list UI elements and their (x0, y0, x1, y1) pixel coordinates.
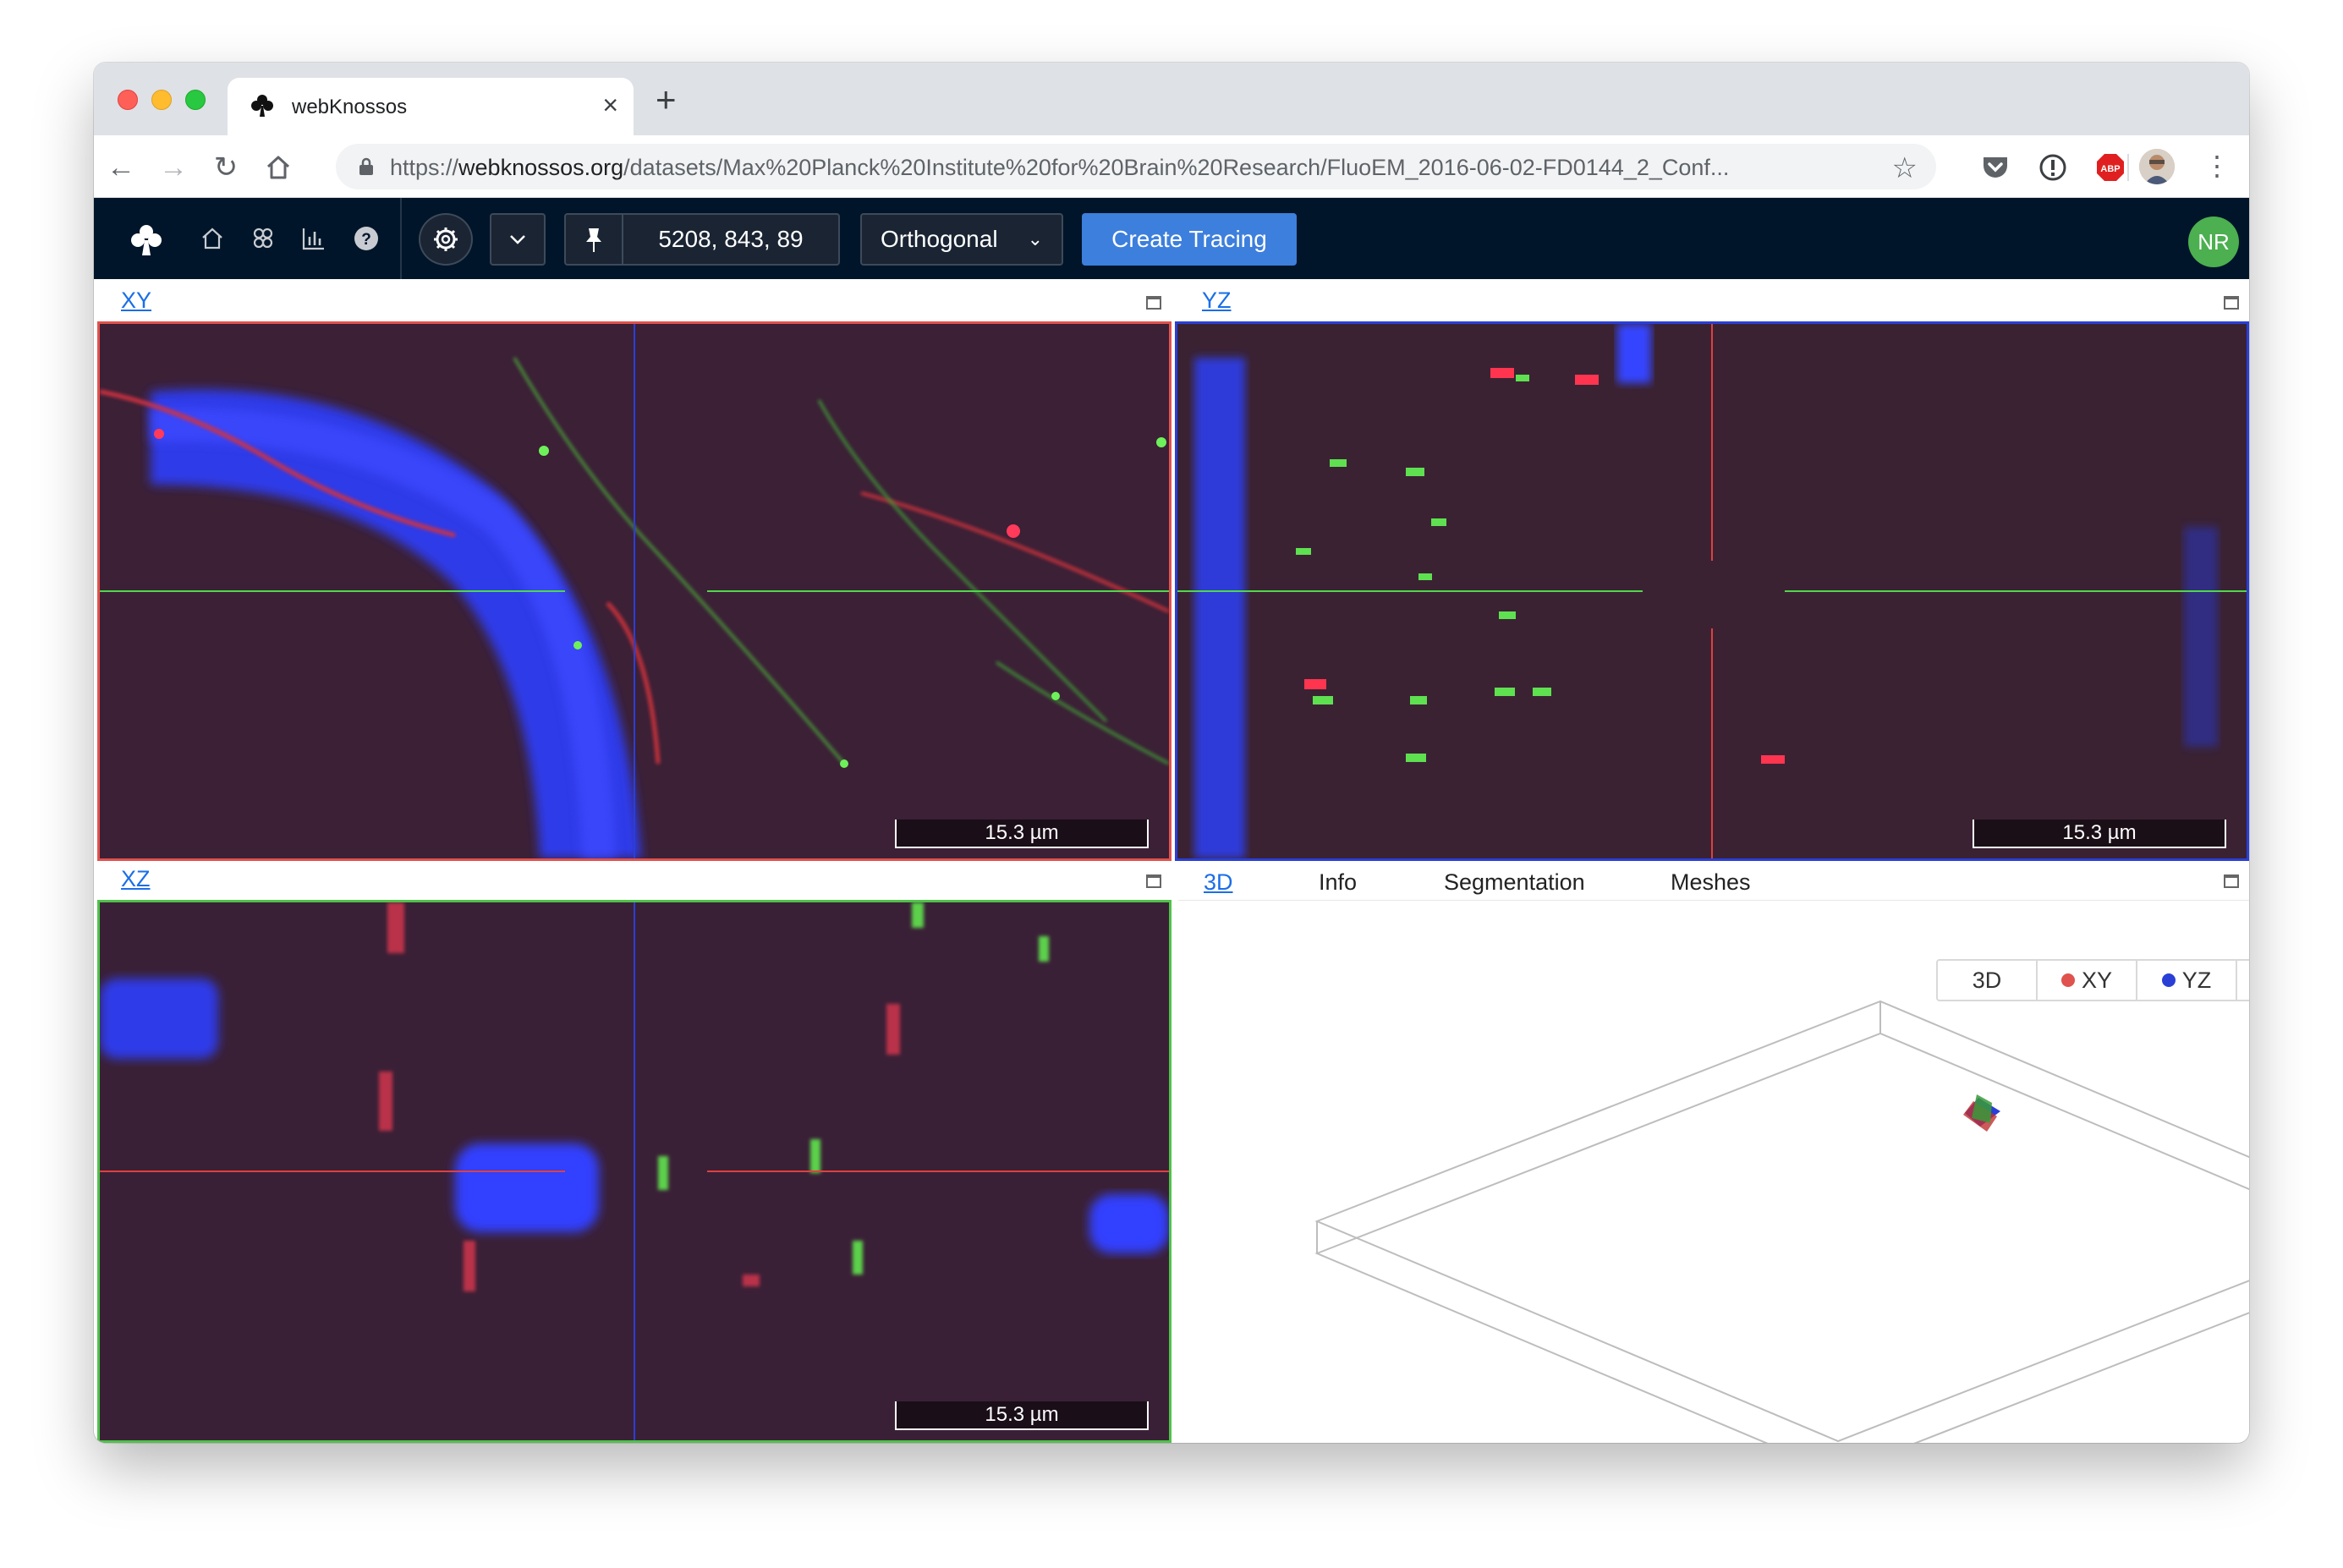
maximize-yz-icon[interactable] (2224, 296, 2239, 310)
xy-viewport[interactable]: 15.3 µm (97, 321, 1172, 861)
browser-tab[interactable]: webKnossos × (228, 78, 634, 135)
browser-toolbar: ← → ↻ https://webknossos.org/datasets/Ma… (94, 135, 2249, 198)
new-tab-icon[interactable]: + (656, 82, 677, 118)
toolbar-divider (2127, 154, 2129, 181)
clover-icon (251, 95, 273, 117)
navbar-divider (400, 198, 402, 279)
yz-dot-icon (2161, 973, 2176, 987)
tab-segmentation[interactable]: Segmentation (1444, 869, 1585, 896)
tab-divider (1178, 900, 2249, 901)
xy-dot-icon (2060, 973, 2075, 987)
td-view-3d-button[interactable]: 3D (1938, 961, 2038, 1000)
td-view-xz-button[interactable]: XZ (2237, 961, 2249, 1000)
td-view-buttons: 3D XY YZ XZ (1936, 959, 2249, 1001)
datasets-nav-icon[interactable] (250, 225, 277, 252)
maximize-xz-icon[interactable] (1146, 874, 1161, 888)
tab-close-icon[interactable]: × (602, 90, 618, 120)
address-bar[interactable]: https://webknossos.org/datasets/Max%20Pl… (336, 144, 1936, 189)
chevron-down-icon: ⌄ (1027, 228, 1043, 249)
pushpin-icon (586, 228, 601, 252)
td-plane-marker (1963, 1094, 2000, 1132)
td-view-xy-button[interactable]: XY (2038, 961, 2137, 1000)
view-options-dropdown[interactable] (490, 213, 546, 266)
view-mode-label: Orthogonal (881, 226, 998, 252)
tab-3d[interactable]: 3D (1204, 869, 1233, 896)
xz-image (100, 902, 1169, 1440)
tab-info[interactable]: Info (1319, 869, 1357, 896)
statistics-nav-icon[interactable] (300, 225, 327, 252)
minimize-window-button[interactable] (151, 90, 172, 110)
webknossos-logo-icon[interactable] (129, 223, 163, 257)
xz-scalebar: 15.3 µm (895, 1401, 1149, 1430)
home-icon[interactable] (263, 152, 294, 183)
tab-title: webKnossos (292, 96, 408, 118)
tab-strip: webKnossos × + (94, 63, 2249, 135)
yz-scalebar: 15.3 µm (1973, 820, 2226, 848)
xy-image (100, 324, 1169, 858)
gear-icon (434, 228, 458, 251)
view-mode-select[interactable]: Orthogonal ⌄ (860, 213, 1063, 266)
adblock-icon[interactable]: ABP (2095, 152, 2126, 183)
tab-meshes[interactable]: Meshes (1671, 869, 1751, 896)
copy-position-button[interactable] (564, 213, 623, 266)
td-viewport[interactable]: 3D XY YZ XZ (1178, 902, 2249, 1443)
home-nav-icon[interactable] (199, 225, 226, 252)
help-nav-icon[interactable]: ? (353, 225, 380, 252)
create-tracing-button[interactable]: Create Tracing (1082, 213, 1297, 266)
maximize-xy-icon[interactable] (1146, 296, 1161, 310)
position-input[interactable]: 5208, 843, 89 (623, 213, 840, 266)
pocket-icon[interactable] (1980, 152, 2011, 183)
bookmark-star-icon[interactable]: ☆ (1892, 151, 1918, 185)
xy-viewport-label[interactable]: XY (121, 288, 151, 314)
td-view-yz-button[interactable]: YZ (2137, 961, 2237, 1000)
lock-icon (359, 157, 373, 175)
profile-avatar[interactable] (2139, 149, 2175, 184)
close-window-button[interactable] (118, 90, 138, 110)
settings-button[interactable] (419, 213, 473, 266)
xy-scalebar: 15.3 µm (895, 820, 1149, 848)
url-text: https://webknossos.org/datasets/Max%20Pl… (390, 155, 1730, 180)
chrome-menu-icon[interactable]: ⋮ (2203, 149, 2231, 183)
wk-navbar: ? 5208, 843, 89 Orthogonal ⌄ Create Trac… (94, 198, 2249, 279)
yz-viewport-label[interactable]: YZ (1202, 288, 1232, 314)
chevron-down-icon (510, 235, 525, 244)
yz-viewport[interactable]: 15.3 µm (1175, 321, 2249, 861)
xz-viewport[interactable]: 15.3 µm (97, 900, 1172, 1443)
zoom-window-button[interactable] (185, 90, 206, 110)
svg-text:?: ? (361, 231, 371, 249)
back-icon[interactable]: ← (104, 151, 138, 184)
xz-viewport-label[interactable]: XZ (121, 866, 151, 892)
yz-image (1177, 324, 2247, 858)
forward-icon[interactable]: → (156, 151, 190, 184)
browser-window: webKnossos × + ← → ↻ https://webknossos.… (94, 63, 2249, 1443)
svg-text:ABP: ABP (2100, 164, 2120, 174)
user-avatar[interactable]: NR (2188, 217, 2239, 267)
info-extension-icon[interactable] (2038, 152, 2068, 183)
reload-icon[interactable]: ↻ (209, 151, 243, 184)
maximize-3d-icon[interactable] (2224, 874, 2239, 888)
